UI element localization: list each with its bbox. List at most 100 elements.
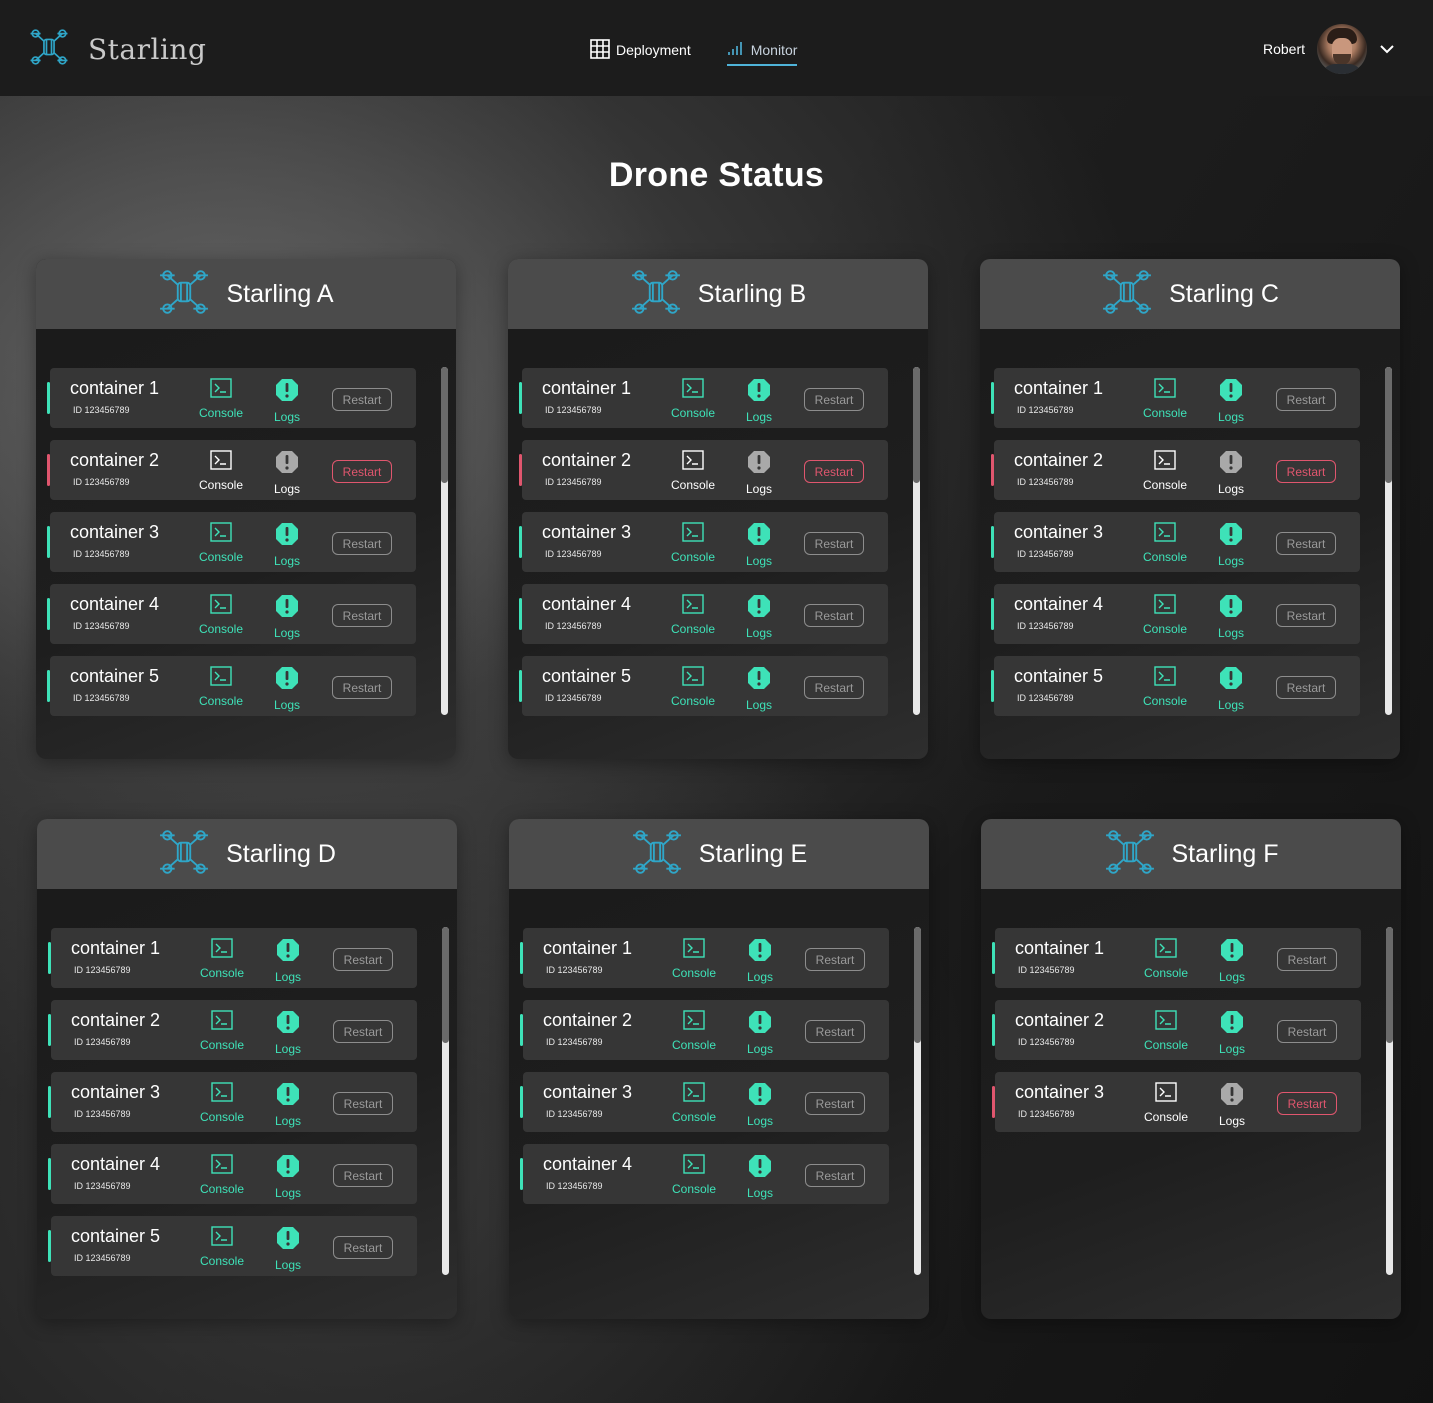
restart-button[interactable]: Restart (333, 1020, 393, 1043)
restart-button[interactable]: Restart (333, 1092, 393, 1115)
restart-button[interactable]: Restart (1276, 532, 1336, 555)
logs-button[interactable]: Logs (258, 1154, 318, 1200)
chevron-down-icon[interactable] (1379, 41, 1395, 57)
restart-button[interactable]: Restart (332, 460, 392, 483)
scrollbar[interactable] (442, 927, 449, 1275)
logs-button[interactable]: Logs (1201, 522, 1261, 568)
nav-monitor[interactable]: Monitor (726, 34, 798, 66)
restart-button[interactable]: Restart (333, 1164, 393, 1187)
restart-button[interactable]: Restart (805, 1164, 865, 1187)
logs-button[interactable]: Logs (729, 594, 789, 640)
scrollbar[interactable] (1386, 927, 1393, 1275)
logs-button[interactable]: Logs (257, 378, 317, 424)
console-button[interactable]: Console (191, 378, 251, 420)
restart-button[interactable]: Restart (333, 948, 393, 971)
restart-button[interactable]: Restart (332, 388, 392, 411)
console-button[interactable]: Console (1135, 450, 1195, 492)
restart-button[interactable]: Restart (804, 676, 864, 699)
restart-button[interactable]: Restart (1277, 1092, 1337, 1115)
restart-button[interactable]: Restart (804, 460, 864, 483)
scrollbar-thumb[interactable] (442, 927, 449, 1043)
scrollbar[interactable] (441, 367, 448, 715)
scrollbar-thumb[interactable] (914, 927, 921, 1043)
logs-button[interactable]: Logs (257, 594, 317, 640)
console-button[interactable]: Console (663, 378, 723, 420)
restart-button[interactable]: Restart (332, 604, 392, 627)
scrollbar[interactable] (913, 367, 920, 715)
logs-button[interactable]: Logs (729, 666, 789, 712)
logs-button[interactable]: Logs (258, 1010, 318, 1056)
restart-button[interactable]: Restart (1276, 676, 1336, 699)
console-button[interactable]: Console (192, 1082, 252, 1124)
console-button[interactable]: Console (192, 1226, 252, 1268)
console-button[interactable]: Console (191, 666, 251, 708)
console-button[interactable]: Console (191, 522, 251, 564)
console-button[interactable]: Console (664, 1154, 724, 1196)
logs-button[interactable]: Logs (729, 522, 789, 568)
scrollbar[interactable] (1385, 367, 1392, 715)
console-button[interactable]: Console (663, 450, 723, 492)
logs-button[interactable]: Logs (258, 1082, 318, 1128)
logs-button[interactable]: Logs (730, 1154, 790, 1200)
console-button[interactable]: Console (664, 1010, 724, 1052)
nav-deployment[interactable]: Deployment (590, 38, 691, 62)
scrollbar-thumb[interactable] (441, 367, 448, 483)
logs-button[interactable]: Logs (257, 450, 317, 496)
logs-label: Logs (1217, 554, 1245, 568)
console-button[interactable]: Console (664, 1082, 724, 1124)
console-button[interactable]: Console (1135, 378, 1195, 420)
logs-button[interactable]: Logs (1202, 938, 1262, 984)
logs-button[interactable]: Logs (730, 1010, 790, 1056)
restart-button[interactable]: Restart (804, 388, 864, 411)
logs-button[interactable]: Logs (1201, 378, 1261, 424)
console-button[interactable]: Console (1135, 594, 1195, 636)
logs-button[interactable]: Logs (1201, 450, 1261, 496)
logs-button[interactable]: Logs (258, 1226, 318, 1272)
scrollbar-thumb[interactable] (913, 367, 920, 483)
console-button[interactable]: Console (192, 1154, 252, 1196)
restart-button[interactable]: Restart (805, 1020, 865, 1043)
restart-button[interactable]: Restart (805, 948, 865, 971)
console-button[interactable]: Console (1135, 666, 1195, 708)
logs-button[interactable]: Logs (730, 1082, 790, 1128)
restart-button[interactable]: Restart (333, 1236, 393, 1259)
logs-button[interactable]: Logs (1202, 1082, 1262, 1128)
restart-button[interactable]: Restart (1277, 1020, 1337, 1043)
console-button[interactable]: Console (192, 1010, 252, 1052)
console-button[interactable]: Console (1136, 1082, 1196, 1124)
logs-button[interactable]: Logs (730, 938, 790, 984)
restart-button[interactable]: Restart (332, 676, 392, 699)
scrollbar[interactable] (914, 927, 921, 1275)
console-button[interactable]: Console (1136, 938, 1196, 980)
console-button[interactable]: Console (192, 938, 252, 980)
restart-button[interactable]: Restart (1276, 388, 1336, 411)
brand-logo[interactable]: Starling (28, 26, 206, 73)
console-button[interactable]: Console (664, 938, 724, 980)
console-button[interactable]: Console (1136, 1010, 1196, 1052)
logs-button[interactable]: Logs (1201, 666, 1261, 712)
logs-button[interactable]: Logs (729, 378, 789, 424)
logs-button[interactable]: Logs (729, 450, 789, 496)
logs-button[interactable]: Logs (257, 522, 317, 568)
console-button[interactable]: Console (1135, 522, 1195, 564)
user-menu[interactable]: Robert (1263, 24, 1395, 74)
console-button[interactable]: Console (191, 594, 251, 636)
logs-button[interactable]: Logs (257, 666, 317, 712)
restart-button[interactable]: Restart (805, 1092, 865, 1115)
restart-button[interactable]: Restart (804, 532, 864, 555)
console-button[interactable]: Console (663, 594, 723, 636)
logs-button[interactable]: Logs (258, 938, 318, 984)
scrollbar-thumb[interactable] (1385, 367, 1392, 483)
scrollbar-thumb[interactable] (1386, 927, 1393, 1043)
restart-button[interactable]: Restart (1276, 604, 1336, 627)
logs-button[interactable]: Logs (1202, 1010, 1262, 1056)
logs-button[interactable]: Logs (1201, 594, 1261, 640)
avatar[interactable] (1317, 24, 1367, 74)
restart-button[interactable]: Restart (1277, 948, 1337, 971)
console-button[interactable]: Console (663, 522, 723, 564)
restart-button[interactable]: Restart (804, 604, 864, 627)
restart-button[interactable]: Restart (1276, 460, 1336, 483)
console-button[interactable]: Console (663, 666, 723, 708)
console-button[interactable]: Console (191, 450, 251, 492)
restart-button[interactable]: Restart (332, 532, 392, 555)
